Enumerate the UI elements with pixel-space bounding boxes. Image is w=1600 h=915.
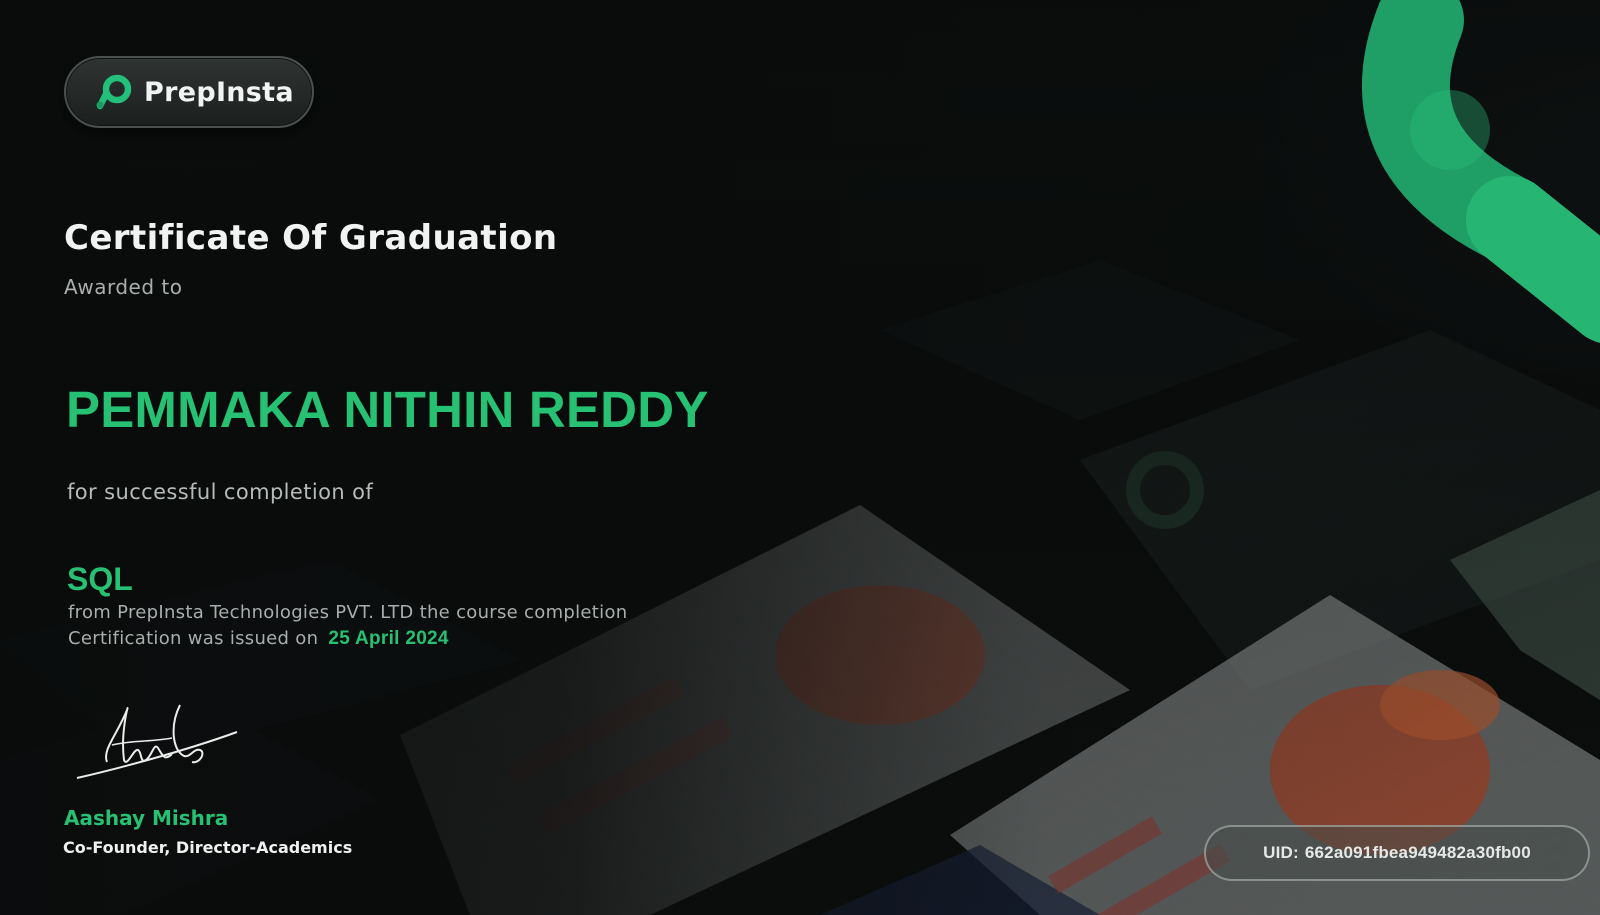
completion-label: for successful completion of <box>67 480 374 504</box>
uid-label: UID: <box>1263 843 1299 862</box>
prepinsta-logo-icon <box>96 74 132 110</box>
certificate-title: Certificate Of Graduation <box>64 218 558 258</box>
corner-logo-icon <box>1361 0 1600 343</box>
certificate-description: from PrepInsta Technologies PVT. LTD the… <box>68 600 728 652</box>
signature-image <box>76 704 238 779</box>
description-line-2: Certification was issued on 25 April 202… <box>68 626 728 652</box>
description-line-1: from PrepInsta Technologies PVT. LTD the… <box>68 602 628 623</box>
logo-text: PrepInsta <box>144 76 294 108</box>
course-name: SQL <box>67 561 133 597</box>
recipient-name: PEMMAKA NITHIN REDDY <box>66 381 709 438</box>
issue-date: 25 April 2024 <box>328 628 449 649</box>
signatory-role: Co-Founder, Director-Academics <box>63 838 353 857</box>
uid-badge: UID: 662a091fbea949482a30fb00 <box>1204 825 1590 881</box>
brand-logo: PrepInsta <box>64 56 314 128</box>
uid-value: 662a091fbea949482a30fb00 <box>1304 843 1531 862</box>
issued-on-text: Certification was issued on <box>68 628 319 649</box>
awarded-label: Awarded to <box>64 275 183 299</box>
certificate: PrepInsta Certificate Of Graduation Awar… <box>0 0 1600 915</box>
signatory-name: Aashay Mishra <box>64 806 229 830</box>
